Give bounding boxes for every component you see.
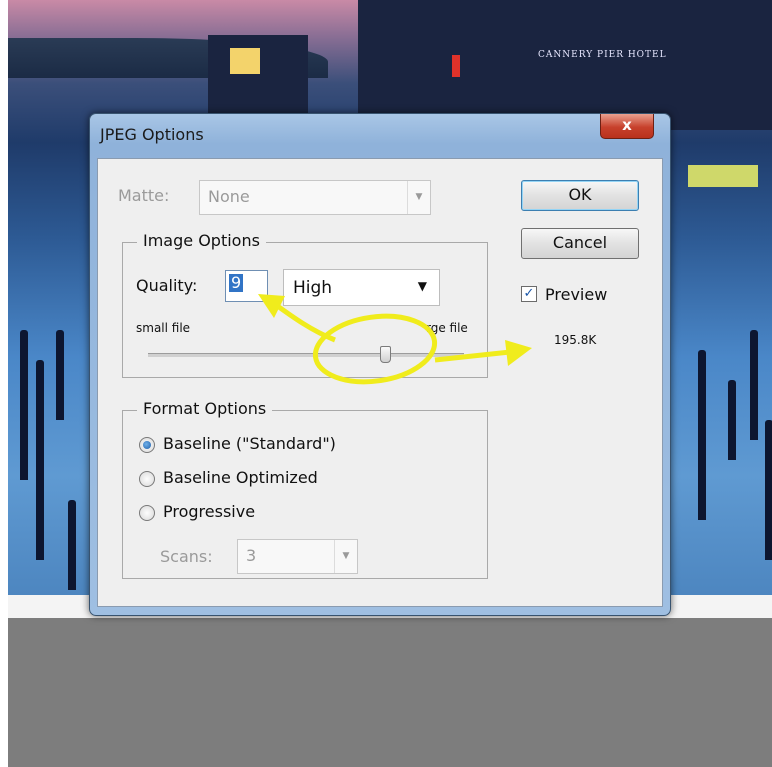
quality-value: 9 [229,273,244,292]
pier-post [765,420,772,560]
ok-button[interactable]: OK [521,180,639,211]
matte-value: None [208,187,250,206]
check-icon: ✓ [523,286,535,301]
scans-value: 3 [246,546,257,565]
quality-slider-track[interactable] [148,353,464,357]
close-icon: x [622,116,632,134]
canvas-area [8,618,772,767]
radio-progressive[interactable] [139,505,155,521]
preview-label: Preview [545,285,608,304]
pier-post [698,350,706,520]
chevron-down-icon: ▼ [407,181,430,214]
quality-slider-thumb[interactable] [380,346,391,363]
hotel-sign: CANNERY PIER HOTEL [538,50,667,60]
option-label: Progressive [163,502,256,521]
quality-preset-select[interactable]: High ▼ [283,269,440,306]
pier-post [56,330,64,420]
dialog-content: Matte: None ▼ Image Options Quality: 9 H… [97,158,663,607]
format-options-group: Format Options Baseline ("Standard") Bas… [122,399,488,579]
chevron-down-icon: ▼ [417,279,427,293]
pier-post [20,330,28,480]
format-options-title: Format Options [137,399,273,418]
scans-label: Scans: [160,547,213,566]
option-label: Baseline Optimized [163,468,318,487]
lit-window [452,55,460,77]
cancel-button[interactable]: Cancel [521,228,639,259]
quality-preset-value: High [293,278,333,298]
chevron-down-icon: ▼ [334,540,357,573]
preview-file-size: 195.8K [554,333,597,347]
pier-post [68,500,76,590]
large-file-label: rge file [426,321,468,335]
quality-input[interactable]: 9 [225,270,268,302]
radio-baseline-standard[interactable] [139,437,155,453]
preview-checkbox[interactable]: ✓ [521,286,537,302]
close-button[interactable]: x [600,114,654,139]
pier-post [750,330,758,440]
quality-label: Quality: [136,276,198,295]
jpeg-options-dialog: JPEG Options x Matte: None ▼ Image Optio… [89,113,671,616]
dialog-title: JPEG Options [100,125,204,144]
lit-window [230,48,260,74]
option-label: Baseline ("Standard") [163,434,336,453]
lit-window [688,165,758,187]
pier-post [36,360,44,560]
matte-select[interactable]: None ▼ [199,180,431,215]
image-options-group: Image Options Quality: 9 High ▼ small fi… [122,231,488,378]
small-file-label: small file [136,321,191,335]
image-options-title: Image Options [137,231,266,250]
building [208,35,308,115]
scans-select[interactable]: 3 ▼ [237,539,358,574]
building [358,0,772,130]
pier-post [728,380,736,460]
matte-label: Matte: [118,186,170,205]
radio-baseline-optimized[interactable] [139,471,155,487]
